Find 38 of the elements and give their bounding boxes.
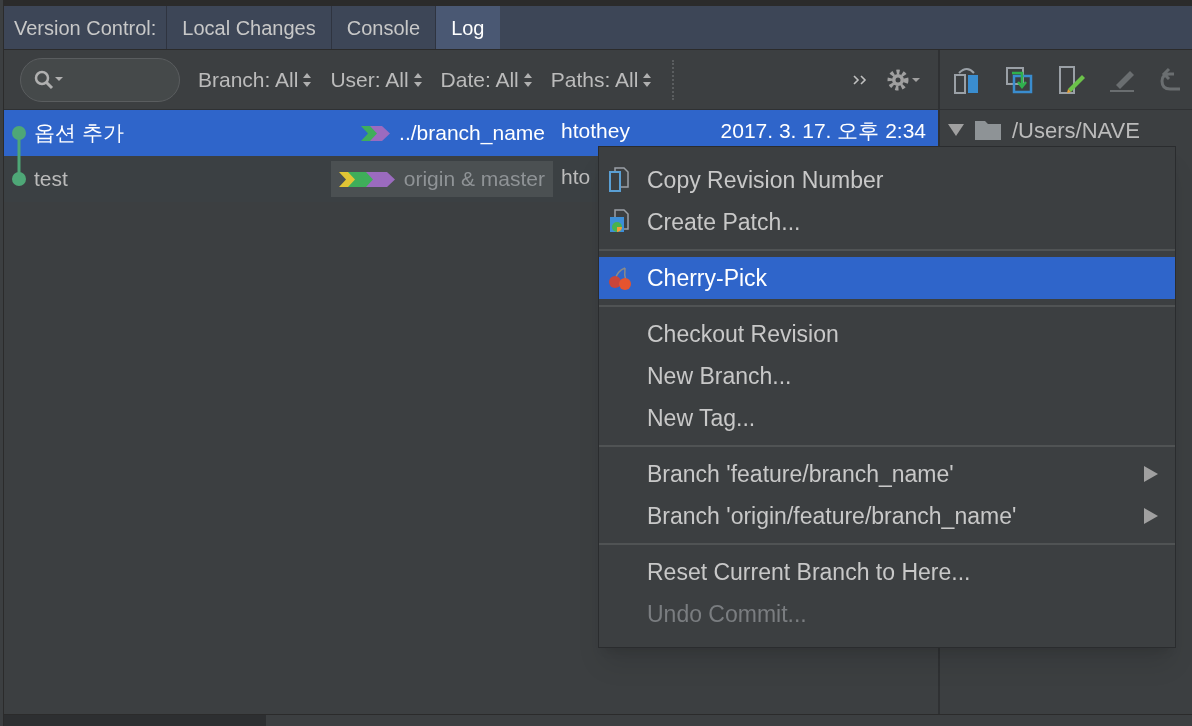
tree-path: /Users/NAVE [1012, 116, 1140, 145]
sort-arrows-icon [522, 71, 533, 88]
tree-row[interactable]: /Users/NAVE [940, 110, 1192, 150]
menu-item[interactable]: New Branch... [599, 355, 1175, 397]
filter-dropdown[interactable]: Date: All [440, 63, 533, 96]
more-button[interactable] [852, 73, 868, 86]
document-icon [607, 167, 631, 193]
tags-icon [338, 170, 396, 188]
menu-item[interactable]: Create Patch... [599, 201, 1175, 243]
download-icon [1004, 64, 1034, 95]
commit-subject: 옵션 추가 [34, 121, 125, 145]
commit-subject: test [34, 167, 69, 191]
edit-document-icon [1056, 64, 1086, 95]
filter-dropdown[interactable]: Paths: All [550, 63, 653, 96]
sort-arrows-icon [412, 71, 423, 88]
commit-row[interactable]: 옵션 추가 ../branch_name htothey 2017. 3. 17. 오후 2:34 [4, 110, 938, 156]
menu-item[interactable]: Branch 'feature/branch_name' [599, 453, 1175, 495]
commit-author: hto [561, 165, 591, 189]
ref-name: origin & master [403, 167, 545, 191]
commit-date: 2017. 3. 17. 오후 2:34 [719, 119, 927, 143]
menu-item[interactable]: Branch 'origin/feature/branch_name' [599, 495, 1175, 537]
tab[interactable]: Log [436, 6, 500, 49]
patch-icon [607, 209, 631, 235]
sort-arrows-icon [302, 71, 313, 88]
folder-icon [974, 119, 1002, 141]
menu-item[interactable]: New Tag... [599, 397, 1175, 439]
ref-name: ../branch_name [399, 121, 545, 145]
tags-icon [361, 124, 392, 142]
chevrons-icon [852, 73, 868, 86]
menu-item[interactable]: Reset Current Branch to Here... [599, 551, 1175, 593]
search-field[interactable] [20, 57, 180, 102]
cherry-icon [607, 265, 633, 291]
commit-author: htothey [561, 119, 630, 143]
filter-dropdown[interactable]: User: All [330, 63, 423, 96]
sort-arrows-icon [642, 71, 653, 88]
menu-item[interactable]: Checkout Revision [599, 313, 1175, 355]
menu-item[interactable]: Cherry-Pick [599, 257, 1175, 299]
filter-dropdown[interactable]: Branch: All [198, 63, 313, 96]
